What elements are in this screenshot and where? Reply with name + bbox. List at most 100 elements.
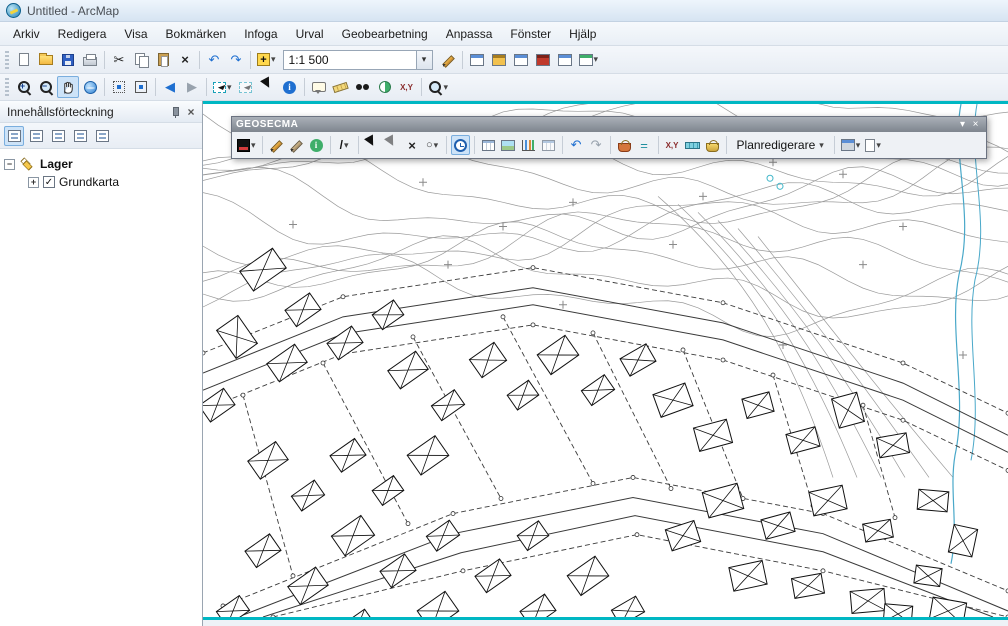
search-window-button[interactable] xyxy=(510,49,532,71)
table-of-contents-button[interactable] xyxy=(466,49,488,71)
menu-visa[interactable]: Visa xyxy=(115,24,156,44)
list-by-source-button[interactable] xyxy=(26,126,46,146)
edit-tool-button[interactable] xyxy=(287,135,306,155)
map-svg[interactable] xyxy=(203,104,1008,617)
menu-geobearbetning[interactable]: Geobearbetning xyxy=(333,24,437,44)
menu-anpassa[interactable]: Anpassa xyxy=(437,24,502,44)
snap-xy-button[interactable]: X,Y xyxy=(663,135,682,155)
catalog-window-button[interactable] xyxy=(488,49,510,71)
identify-button[interactable]: i xyxy=(279,76,301,98)
list-by-selection-button[interactable] xyxy=(70,126,90,146)
measure-button[interactable] xyxy=(330,76,352,98)
menu-infoga[interactable]: Infoga xyxy=(235,24,286,44)
menu-redigera[interactable]: Redigera xyxy=(49,24,116,44)
menu-bokmarken[interactable]: Bokmärken xyxy=(157,24,236,44)
delete-button[interactable]: × xyxy=(174,49,196,71)
list-by-visibility-button[interactable] xyxy=(48,126,68,146)
vertex-tool-button[interactable] xyxy=(383,135,402,155)
find-route-button[interactable] xyxy=(374,76,396,98)
expand-icon[interactable]: + xyxy=(28,177,39,188)
auto-hide-pin-icon[interactable] xyxy=(168,106,180,118)
new-document-button[interactable] xyxy=(13,49,35,71)
geosecma-titlebar[interactable]: GEOSECMA ▾ × xyxy=(232,117,986,132)
map-bottom-gap xyxy=(203,620,1008,626)
layers-root-row[interactable]: − Lager xyxy=(4,155,198,173)
time-tracking-button[interactable] xyxy=(451,135,470,155)
arrow-tool-button[interactable] xyxy=(363,135,382,155)
toolbar-grip[interactable] xyxy=(5,78,9,96)
title-bar[interactable]: Untitled - ArcMap xyxy=(0,0,1008,22)
geosecma-dropdown-icon[interactable]: ▾ xyxy=(956,119,969,131)
select-elements-button[interactable] xyxy=(257,76,279,98)
toolbar-grip[interactable] xyxy=(5,51,9,69)
modelbuilder-button[interactable]: ▾ xyxy=(576,49,602,71)
basket-button[interactable] xyxy=(703,135,722,155)
add-data-button[interactable]: +▾ xyxy=(254,49,279,71)
scale-combobox[interactable]: 1:1 500 ▾ xyxy=(283,50,433,70)
form-edit-button[interactable] xyxy=(539,135,558,155)
select-elements-arrow-icon xyxy=(260,76,276,94)
full-extent-button[interactable] xyxy=(79,76,101,98)
zoom-out-button[interactable]: − xyxy=(35,76,57,98)
select-features-button[interactable]: ▾ xyxy=(210,76,235,98)
chart-button[interactable] xyxy=(519,135,538,155)
separator xyxy=(726,136,727,154)
menu-arkiv[interactable]: Arkiv xyxy=(4,24,49,44)
undo-button[interactable]: ↶ xyxy=(203,49,225,71)
fixed-zoom-in-button[interactable] xyxy=(108,76,130,98)
scale-tool-button[interactable] xyxy=(683,135,702,155)
menu-hjalp[interactable]: Hjälp xyxy=(560,24,605,44)
paint-button[interactable] xyxy=(615,135,634,155)
go-back-extent-button[interactable]: ◀ xyxy=(159,76,181,98)
find-route-icon xyxy=(379,81,391,93)
geo-redo-button[interactable]: ↷ xyxy=(587,135,606,155)
toc-header[interactable]: Innehållsförteckning × xyxy=(0,101,202,123)
scale-dropdown-icon[interactable]: ▾ xyxy=(416,51,432,69)
fixed-zoom-out-button[interactable] xyxy=(130,76,152,98)
editor-toolbar-button[interactable] xyxy=(437,49,459,71)
grundkarta-layer-row[interactable]: + ✓ Grundkarta xyxy=(28,173,198,191)
menu-urval[interactable]: Urval xyxy=(287,24,333,44)
print-button[interactable] xyxy=(79,49,101,71)
editor-pencil-icon xyxy=(441,53,455,67)
planredigerare-dropdown[interactable]: Planredigerare ▾ xyxy=(731,135,830,155)
cut-button[interactable]: ✂ xyxy=(108,49,130,71)
geosecma-close-button[interactable]: × xyxy=(969,119,982,131)
save-button[interactable] xyxy=(57,49,79,71)
open-button[interactable] xyxy=(35,49,57,71)
html-popup-button[interactable] xyxy=(308,76,330,98)
document-page-button[interactable]: ▾ xyxy=(863,135,883,155)
copy-button[interactable] xyxy=(130,49,152,71)
clear-selection-button[interactable] xyxy=(235,76,257,98)
geo-undo-button[interactable]: ↶ xyxy=(567,135,586,155)
sketch-tool-button[interactable] xyxy=(267,135,286,155)
find-button[interactable] xyxy=(352,76,374,98)
attribute-table-button[interactable] xyxy=(479,135,498,155)
redo-button[interactable]: ↷ xyxy=(225,49,247,71)
go-forward-extent-button[interactable]: ▶ xyxy=(181,76,203,98)
circle-tool-button[interactable]: ○▾ xyxy=(423,135,442,155)
line-tool-button[interactable]: /▾ xyxy=(335,135,354,155)
image-view-button[interactable] xyxy=(499,135,518,155)
viewer-window-button[interactable]: ▾ xyxy=(425,76,452,98)
list-by-drawing-order-button[interactable] xyxy=(4,126,24,146)
fill-color-button[interactable]: ▾ xyxy=(235,135,258,155)
arctoolbox-button[interactable] xyxy=(532,49,554,71)
paste-button[interactable] xyxy=(152,49,174,71)
select-features-icon xyxy=(213,82,226,93)
pan-button[interactable] xyxy=(57,76,79,98)
toc-close-button[interactable]: × xyxy=(184,105,198,119)
edit-pencil-icon xyxy=(289,138,303,152)
sync-button[interactable]: = xyxy=(635,135,654,155)
feature-info-button[interactable]: i xyxy=(307,135,326,155)
collapse-icon[interactable]: − xyxy=(4,159,15,170)
toc-options-button[interactable] xyxy=(92,126,112,146)
python-window-button[interactable] xyxy=(554,49,576,71)
layer-window-button[interactable]: ▾ xyxy=(839,135,863,155)
go-to-xy-button[interactable]: X,Y xyxy=(396,76,418,98)
menu-fonster[interactable]: Fönster xyxy=(501,24,560,44)
delete-feature-button[interactable]: × xyxy=(403,135,422,155)
attribute-table-icon xyxy=(482,140,495,151)
zoom-in-button[interactable]: + xyxy=(13,76,35,98)
layer-visibility-checkbox[interactable]: ✓ xyxy=(43,176,55,188)
